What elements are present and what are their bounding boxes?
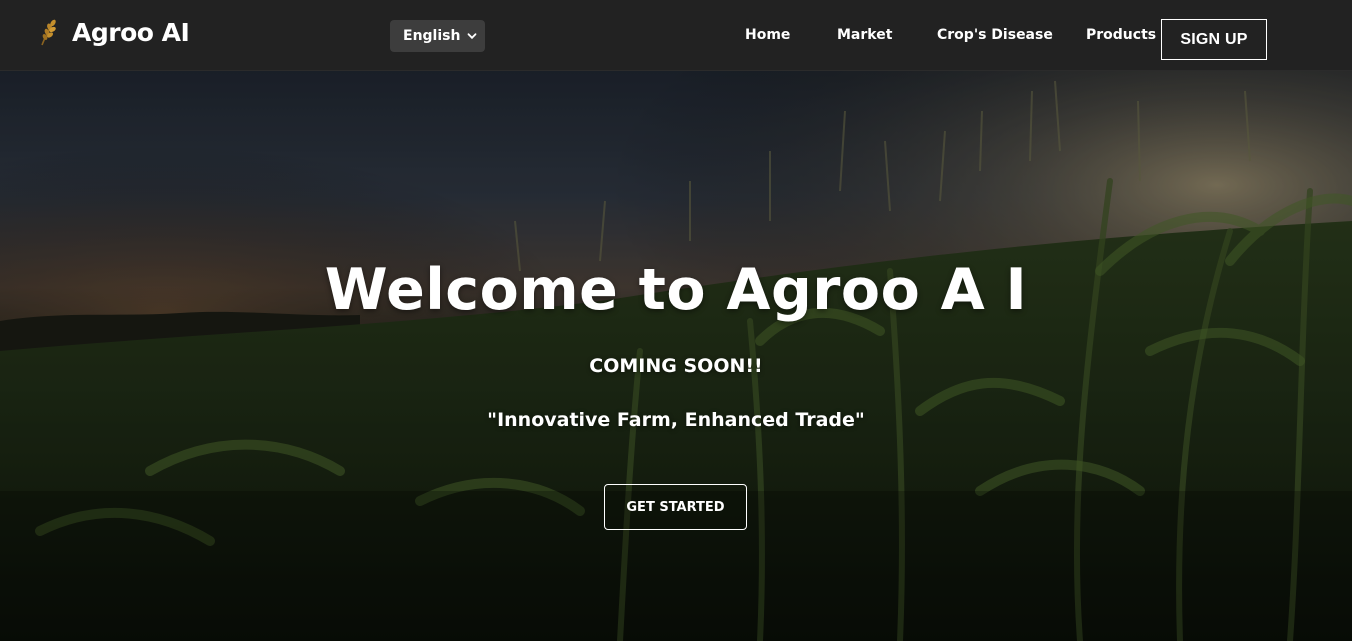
nav-link-products[interactable]: Products: [1086, 27, 1156, 43]
main-nav: Home Market Crop's Disease Products: [0, 0, 1352, 71]
hero-tagline: "Innovative Farm, Enhanced Trade": [487, 409, 865, 431]
hero-title: Welcome to Agroo A I: [324, 257, 1028, 323]
hero-coming-soon: COMING SOON!!: [589, 355, 763, 377]
hero-section: Welcome to Agroo A I COMING SOON!! "Inno…: [0, 71, 1352, 641]
hero-content: Welcome to Agroo A I COMING SOON!! "Inno…: [0, 71, 1352, 641]
get-started-button[interactable]: GET STARTED: [604, 484, 747, 530]
navbar: Agroo AI English Home Market Crop's Dise…: [0, 0, 1352, 71]
nav-link-market[interactable]: Market: [837, 27, 892, 43]
signup-button[interactable]: SIGN UP: [1161, 19, 1267, 60]
nav-link-home[interactable]: Home: [745, 27, 790, 43]
nav-link-crops-disease[interactable]: Crop's Disease: [937, 27, 1053, 43]
